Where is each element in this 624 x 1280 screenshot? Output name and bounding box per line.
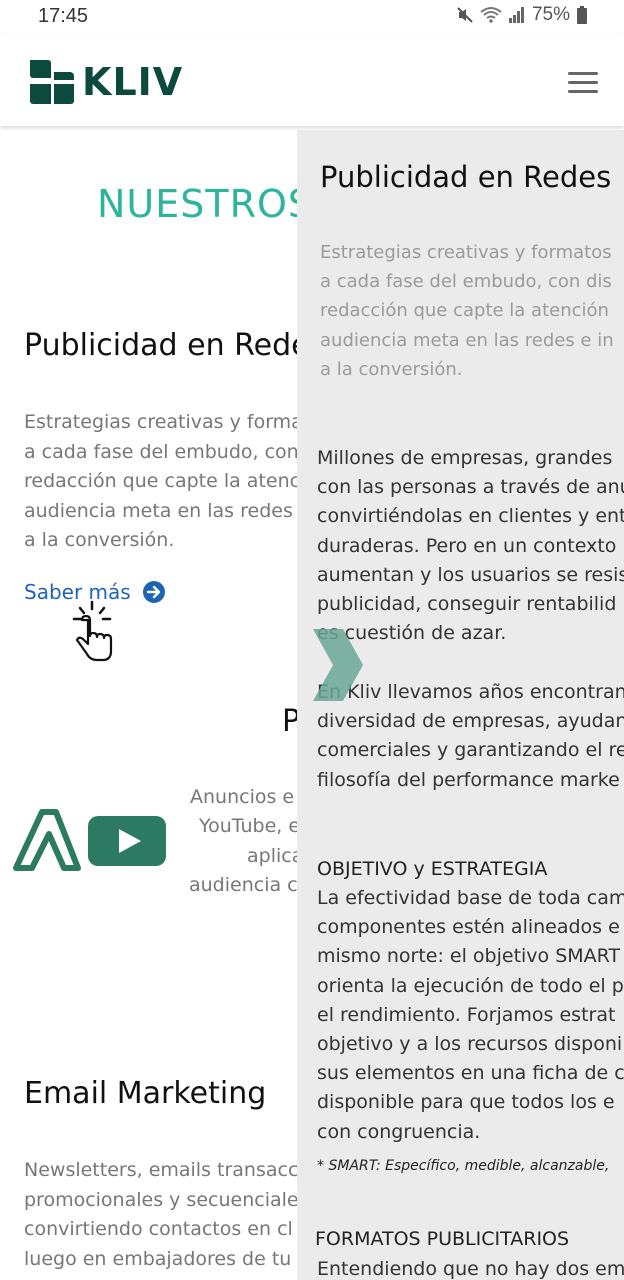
wifi-icon (480, 7, 502, 23)
status-bar: 17:45 75% (0, 0, 624, 34)
panel-paragraph-4: Entendiendo que no hay dos em (317, 1258, 624, 1280)
panel-footnote: * SMART: Específico, medible, alcanzable… (317, 1158, 610, 1174)
logo-mark-icon (30, 60, 74, 104)
menu-icon[interactable] (568, 72, 598, 94)
mute-icon (457, 7, 473, 23)
arrow-right-circle-icon (142, 581, 165, 603)
google-ads-icon (13, 809, 81, 871)
panel-title: Publicidad en Redes (320, 160, 612, 194)
logo-text: KLIV (82, 60, 184, 104)
status-time: 17:45 (38, 5, 89, 27)
youtube-icon (88, 816, 166, 866)
status-icons: 75% (456, 4, 588, 26)
battery-level: 75% (531, 4, 570, 25)
battery-icon (577, 6, 587, 24)
signal-icon (508, 7, 524, 23)
panel-heading-formatos: FORMATOS PUBLICITARIOS (315, 1228, 570, 1250)
service-detail-panel[interactable]: Publicidad en Redes Estrategias creativa… (297, 130, 624, 1280)
panel-paragraph-3: La efectividad base de toda cam componen… (317, 887, 624, 1143)
panel-paragraph-1: Millones de empresas, grandes con las pe… (317, 447, 624, 645)
video-desc-line-3: aplica (247, 845, 304, 867)
service-title-email: Email Marketing (24, 1076, 267, 1111)
kliv-logo[interactable]: KLIV (28, 58, 183, 106)
video-desc-line-4: audiencia c (189, 874, 298, 896)
panel-intro: Estrategias creativas y formatos a cada … (320, 242, 614, 380)
panel-paragraph-2: En Kliv llevamos años encontran diversid… (317, 681, 624, 791)
video-desc-line-2: YouTube, e (199, 815, 301, 837)
site-header: KLIV (0, 34, 624, 126)
service-title-social: Publicidad en Rede (24, 328, 310, 363)
panel-heading-objetivo: OBJETIVO y ESTRATEGIA (317, 858, 548, 880)
hand-pointer-icon (72, 600, 113, 662)
video-desc-line-1: Anuncios e (190, 786, 295, 808)
chevron-right-icon[interactable] (311, 625, 363, 705)
section-title: NUESTROS (97, 182, 314, 226)
